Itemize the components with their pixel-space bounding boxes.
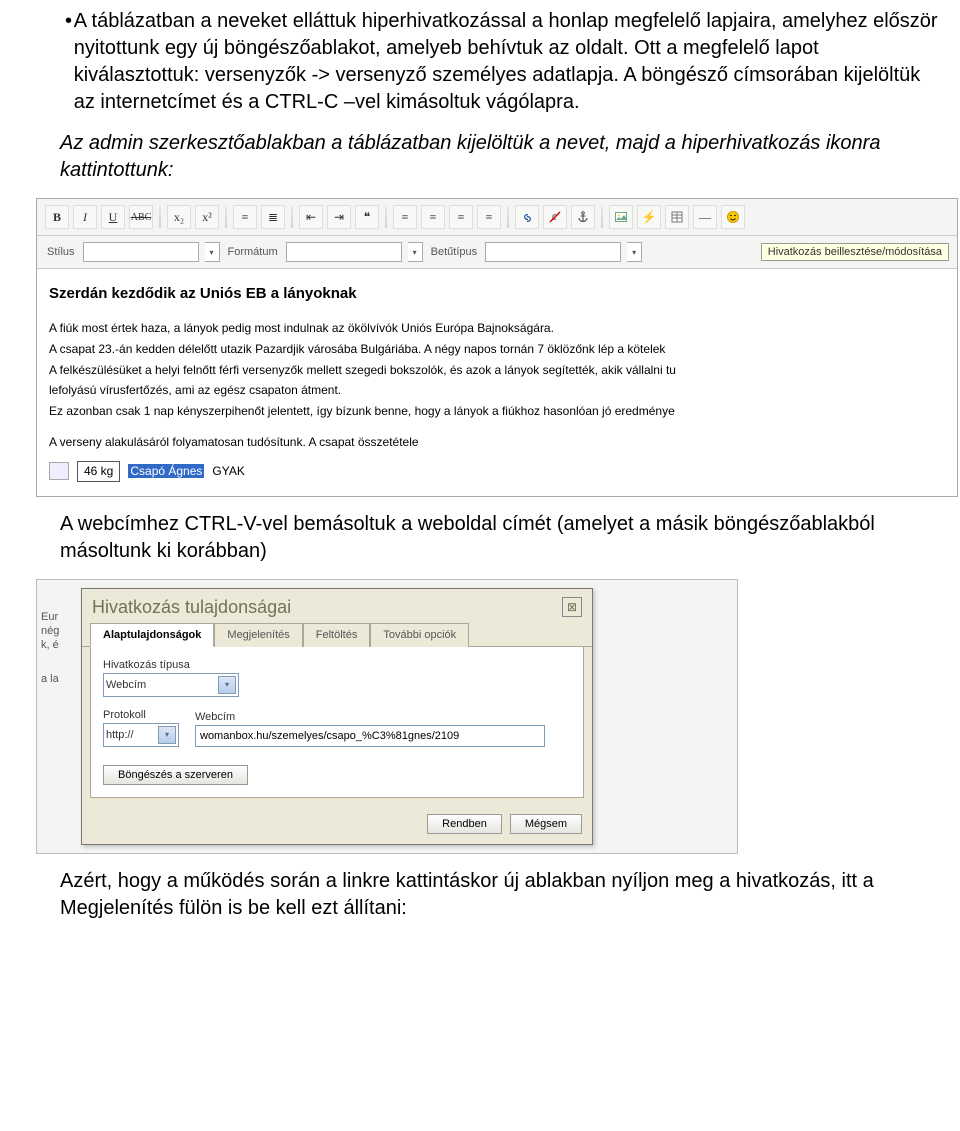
- list-bullet-button[interactable]: ≡: [233, 205, 257, 229]
- italic-button[interactable]: I: [73, 205, 97, 229]
- subscript-button[interactable]: x₂: [167, 205, 191, 229]
- link-properties-dialog: Hivatkozás tulajdonságai ⊠ Alaptulajdons…: [81, 588, 593, 845]
- link-type-value: Webcím: [106, 679, 146, 691]
- dialog-body: Hivatkozás típusa Webcím ▾ Protokoll htt…: [90, 647, 584, 798]
- chevron-down-icon[interactable]: ▾: [158, 726, 176, 744]
- editor-content-area[interactable]: Szerdán kezdődik az Uniós EB a lányoknak…: [37, 269, 957, 496]
- tab-more[interactable]: További opciók: [370, 623, 469, 647]
- article-heading: Szerdán kezdődik az Uniós EB a lányoknak: [49, 283, 945, 304]
- tab-display[interactable]: Megjelenítés: [214, 623, 302, 647]
- editor-toolbar-row2: Stílus ▾ Formátum ▾ Betűtípus ▾ Hivatkoz…: [37, 236, 957, 269]
- article-p6: A verseny alakulásáról folyamatosan tudó…: [49, 434, 945, 451]
- table-row: 46 kg Csapó Ágnes GYAK: [49, 461, 945, 482]
- toolbar-separator: [507, 206, 509, 228]
- editor-toolbar-row1: B I U ABC x₂ x² ≡ ≣ ⇤ ⇥ ❝ ≡ ≡ ≡ ≡ ⚡: [37, 199, 957, 236]
- chevron-down-icon[interactable]: ▾: [627, 242, 642, 262]
- intro-paragraph: A táblázatban a neveket elláttuk hiperhi…: [74, 8, 940, 116]
- chevron-down-icon[interactable]: ▾: [205, 242, 220, 262]
- after-name-text: GYAK: [212, 463, 244, 480]
- toolbar-separator: [385, 206, 387, 228]
- toolbar-separator: [159, 206, 161, 228]
- outro-paragraph: Azért, hogy a működés során a linkre kat…: [60, 868, 940, 922]
- bold-button[interactable]: B: [45, 205, 69, 229]
- close-icon[interactable]: ⊠: [562, 597, 582, 617]
- dialog-tabs: Alaptulajdonságok Megjelenítés Feltöltés…: [82, 622, 592, 647]
- weight-cell: 46 kg: [77, 461, 120, 482]
- flash-icon[interactable]: ⚡: [637, 205, 661, 229]
- unlink-icon[interactable]: [543, 205, 567, 229]
- link-type-label: Hivatkozás típusa: [103, 659, 571, 671]
- toolbar-separator: [291, 206, 293, 228]
- indent-button[interactable]: ⇥: [327, 205, 351, 229]
- quote-button[interactable]: ❝: [355, 205, 379, 229]
- anchor-icon[interactable]: [571, 205, 595, 229]
- cancel-button[interactable]: Mégsem: [510, 814, 582, 834]
- browse-server-button[interactable]: Böngészés a szerveren: [103, 765, 248, 785]
- hr-icon[interactable]: —: [693, 205, 717, 229]
- link-type-select[interactable]: Webcím ▾: [103, 673, 239, 697]
- admin-note-paragraph: Az admin szerkesztőablakban a táblázatba…: [60, 130, 940, 184]
- align-left-button[interactable]: ≡: [393, 205, 417, 229]
- article-p2: A csapat 23.-án kedden délelőtt utazik P…: [49, 341, 945, 358]
- align-right-button[interactable]: ≡: [449, 205, 473, 229]
- tab-basic[interactable]: Alaptulajdonságok: [90, 623, 214, 647]
- mid-paragraph: A webcímhez CTRL-V-vel bemásoltuk a webo…: [60, 511, 940, 565]
- align-justify-button[interactable]: ≡: [477, 205, 501, 229]
- outdent-button[interactable]: ⇤: [299, 205, 323, 229]
- url-label: Webcím: [195, 711, 571, 723]
- article-p3: A felkészülésüket a helyi felnőtt férfi …: [49, 362, 945, 379]
- style-select[interactable]: [83, 242, 199, 262]
- format-label: Formátum: [226, 246, 280, 258]
- table-icon[interactable]: [665, 205, 689, 229]
- article-p4: lefolyású vírusfertőzés, ami az egész cs…: [49, 382, 945, 399]
- font-label: Betűtípus: [429, 246, 479, 258]
- ok-button[interactable]: Rendben: [427, 814, 502, 834]
- chevron-down-icon[interactable]: ▾: [218, 676, 236, 694]
- image-icon[interactable]: [609, 205, 633, 229]
- toolbar-separator: [225, 206, 227, 228]
- format-select[interactable]: [286, 242, 402, 262]
- tab-upload[interactable]: Feltöltés: [303, 623, 371, 647]
- align-center-button[interactable]: ≡: [421, 205, 445, 229]
- link-tooltip: Hivatkozás beillesztése/módosítása: [761, 243, 949, 261]
- link-icon[interactable]: [515, 205, 539, 229]
- background-text-fragments: Eur nég k, é a la: [41, 610, 81, 687]
- protocol-select[interactable]: http:// ▾: [103, 723, 179, 747]
- protocol-value: http://: [106, 729, 134, 741]
- superscript-button[interactable]: x²: [195, 205, 219, 229]
- article-p1: A fiúk most értek haza, a lányok pedig m…: [49, 320, 945, 337]
- strikethrough-button[interactable]: ABC: [129, 205, 153, 229]
- style-label: Stílus: [45, 246, 77, 258]
- chevron-down-icon[interactable]: ▾: [408, 242, 423, 262]
- smiley-icon[interactable]: [721, 205, 745, 229]
- url-input[interactable]: [195, 725, 545, 747]
- article-p5: Ez azonban csak 1 nap kényszerpihenőt je…: [49, 403, 945, 420]
- toolbar-separator: [601, 206, 603, 228]
- editor-screenshot: B I U ABC x₂ x² ≡ ≣ ⇤ ⇥ ❝ ≡ ≡ ≡ ≡ ⚡: [36, 198, 958, 497]
- dialog-title: Hivatkozás tulajdonságai: [92, 597, 291, 618]
- font-select[interactable]: [485, 242, 621, 262]
- underline-button[interactable]: U: [101, 205, 125, 229]
- bullet-point: •: [60, 8, 74, 116]
- dialog-screenshot: Eur nég k, é a la Hivatkozás tulajdonság…: [36, 579, 738, 854]
- protocol-label: Protokoll: [103, 709, 179, 721]
- thumbnail-icon: [49, 462, 69, 480]
- selected-name[interactable]: Csapó Ágnes: [128, 464, 204, 478]
- list-number-button[interactable]: ≣: [261, 205, 285, 229]
